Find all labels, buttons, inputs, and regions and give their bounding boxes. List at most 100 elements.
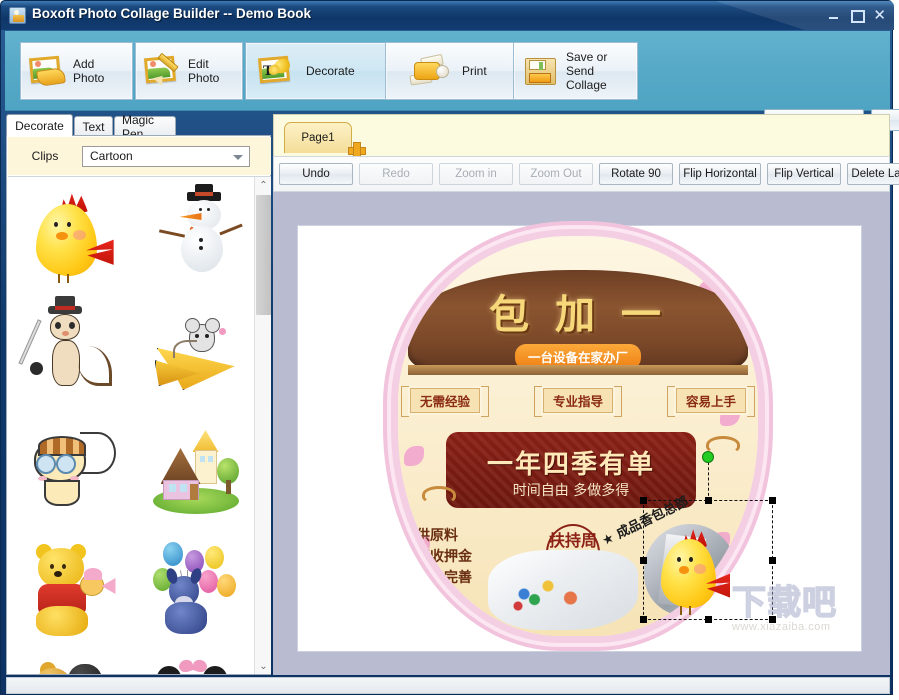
zoom-in-button: Zoom in [439, 163, 513, 185]
decorate-label: Decorate [306, 64, 355, 78]
list-item[interactable] [131, 413, 254, 531]
add-photo-button[interactable]: Add Photo [20, 42, 133, 100]
tab-magic-pen[interactable]: Magic Pen [114, 113, 176, 141]
list-item[interactable] [8, 413, 131, 531]
pooh-partial-clip-icon [24, 658, 116, 674]
red-box-subtitle: 时间自由 多做多得 [512, 483, 630, 499]
clips-panel: Clips Cartoon ⌃ ⌄ [6, 135, 271, 675]
collage-left-lines: 供原料 不收押金 设备完善 [416, 526, 472, 589]
headline-wood-banner: 包 加 一 一台设备在家办厂 [408, 270, 748, 375]
chevron-down-icon [233, 154, 243, 160]
clips-category-select[interactable]: Cartoon [82, 145, 250, 167]
clips-list[interactable]: ⌃ ⌄ [8, 176, 271, 674]
decorate-button[interactable]: T Decorate [245, 42, 391, 100]
rotate-handle[interactable] [702, 451, 714, 463]
cat-magician-clip-icon [17, 296, 116, 404]
eeyore-balloons-clip-icon [147, 540, 239, 640]
cloud-ornament-left [422, 486, 456, 504]
collage-photo-products [488, 550, 638, 630]
chick-clip-icon [24, 186, 116, 286]
clips-scrollbar[interactable]: ⌃ ⌄ [254, 177, 271, 674]
minimize-button[interactable] [828, 9, 839, 21]
left-line-2: 不收押金 [416, 549, 472, 565]
redo-button: Redo [359, 163, 433, 185]
resize-handle-bottom-right[interactable] [769, 616, 776, 623]
resize-handle-top-left[interactable] [640, 497, 647, 504]
list-item[interactable] [8, 531, 131, 649]
resize-handle-top-center[interactable] [705, 497, 712, 504]
edit-photo-icon [143, 52, 182, 86]
mouse-paper-plane-clip-icon [147, 304, 239, 404]
snowman-clip-icon [147, 184, 243, 286]
winnie-pooh-clip-icon [24, 540, 116, 640]
page-tab-bar: Page1 [273, 114, 890, 160]
print-button[interactable]: Print [385, 42, 519, 100]
resize-handle-top-right[interactable] [769, 497, 776, 504]
edit-photo-label-2: Photo [188, 71, 220, 85]
save-or-send-collage-button[interactable]: Save or Send Collage [513, 42, 638, 100]
page-sheet[interactable]: 包 加 一 一台设备在家办厂 无需经验 专业指导 容易上手 一年四季有单 时间自… [298, 226, 861, 651]
selection-box[interactable] [640, 451, 776, 623]
resize-handle-middle-right[interactable] [769, 557, 776, 564]
close-icon[interactable]: ✕ [873, 8, 886, 23]
red-box-title: 一年四季有单 [486, 450, 655, 480]
page-tab-page1[interactable]: Page1 [284, 122, 352, 153]
chevron-up-icon[interactable]: ⌃ [255, 177, 271, 194]
flip-vertical-button[interactable]: Flip Vertical [767, 163, 841, 185]
title-bar[interactable]: Boxoft Photo Collage Builder -- Demo Boo… [1, 1, 894, 30]
collage-red-box: 一年四季有单 时间自由 多做多得 [446, 432, 696, 508]
app-photo-icon [9, 7, 26, 24]
rotate-90-button[interactable]: Rotate 90 [599, 163, 673, 185]
resize-handle-bottom-center[interactable] [705, 616, 712, 623]
save-label-2: Collage [566, 78, 607, 92]
collage-headline: 包 加 一 [489, 292, 667, 338]
tab-decorate[interactable]: Decorate [6, 114, 73, 136]
chevron-down-icon[interactable]: ⌄ [255, 658, 271, 674]
delete-layer-button[interactable]: Delete Layer [847, 163, 899, 185]
list-item[interactable] [131, 531, 254, 649]
main-toolbar: Add Photo Edit Photo T Decorate [5, 31, 899, 131]
save-label-1: Save or Send [566, 50, 608, 78]
decorate-icon: T [257, 55, 296, 86]
scrollbar-thumb[interactable] [256, 195, 271, 315]
add-photo-label-1: Add [73, 57, 95, 71]
left-line-1: 供原料 [416, 528, 458, 544]
list-item[interactable] [8, 177, 131, 295]
window-frame: Boxoft Photo Collage Builder -- Demo Boo… [0, 0, 899, 695]
edit-photo-label-1: Edit [188, 57, 209, 71]
list-item[interactable] [8, 295, 131, 413]
printer-icon [408, 53, 452, 87]
clips-category-value: Cartoon [90, 149, 133, 163]
clips-grid [8, 177, 254, 674]
clips-selector-bar: Clips Cartoon [8, 137, 271, 175]
floppy-disk-icon [523, 55, 559, 87]
window-title: Boxoft Photo Collage Builder -- Demo Boo… [32, 6, 311, 21]
collage-sub-pill: 一台设备在家办厂 [514, 344, 642, 369]
zoom-out-button: Zoom Out [519, 163, 593, 185]
add-photo-icon [28, 55, 67, 87]
collage-badge-row: 无需经验 专业指导 容易上手 [400, 386, 756, 417]
resize-handle-middle-left[interactable] [640, 557, 647, 564]
layer-edit-toolbar: Undo Redo Zoom in Zoom Out Rotate 90 Fli… [273, 156, 899, 192]
rotate-handle-line [708, 457, 709, 501]
resize-handle-bottom-left[interactable] [640, 616, 647, 623]
edit-photo-button[interactable]: Edit Photo [135, 42, 243, 100]
window-controls: ✕ [828, 8, 886, 23]
canvas-area[interactable]: 包 加 一 一台设备在家办厂 无需经验 专业指导 容易上手 一年四季有单 时间自… [273, 192, 890, 675]
flip-horizontal-button[interactable]: Flip Horizontal [679, 163, 761, 185]
badge-1: 无需经验 [400, 386, 490, 417]
house-tree-clip-icon [147, 422, 239, 522]
list-item[interactable] [131, 649, 254, 674]
minnie-partial-clip-icon [147, 658, 239, 674]
list-item[interactable] [8, 649, 131, 674]
lion-glasses-clip-icon [24, 422, 116, 522]
maximize-button[interactable] [850, 9, 866, 23]
list-item[interactable] [131, 295, 254, 413]
status-bar [6, 677, 890, 694]
list-item[interactable] [131, 177, 254, 295]
badge-3: 容易上手 [666, 386, 756, 417]
tab-text[interactable]: Text [74, 116, 113, 136]
left-panel-tabs: Decorate Text Magic Pen [6, 113, 271, 141]
undo-button[interactable]: Undo [279, 163, 353, 185]
print-label: Print [462, 64, 487, 78]
